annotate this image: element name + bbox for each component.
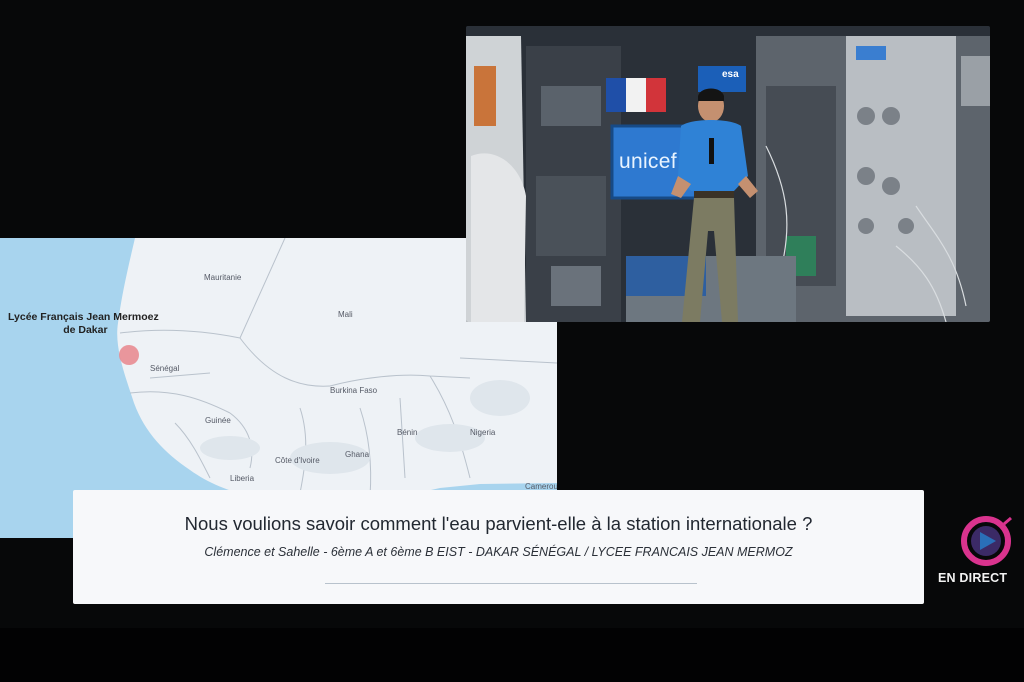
caption-divider: [325, 583, 697, 584]
tv-bezel: [0, 628, 1024, 682]
iss-video-feed: unicef esa: [466, 26, 990, 322]
map-label-benin: Bénin: [397, 428, 418, 437]
school-location-marker: [119, 345, 139, 365]
map-label-burkina-faso: Burkina Faso: [330, 386, 378, 395]
map-label-mali: Mali: [338, 310, 353, 319]
caption-question: Nous voulions savoir comment l'eau parvi…: [184, 513, 813, 534]
live-logo-icon: [961, 516, 1012, 566]
map-label-senegal: Sénégal: [150, 364, 180, 373]
map-label-liberia: Liberia: [230, 474, 255, 483]
map-label-cote-divoire: Côte d'Ivoire: [275, 456, 320, 465]
map-label-nigeria: Nigeria: [470, 428, 496, 437]
caption-credit: Clémence et Sahelle - 6ème A et 6ème B E…: [204, 545, 793, 559]
map-label-ghana: Ghana: [345, 450, 370, 459]
esa-patch-text: esa: [722, 69, 739, 80]
map-label-mauritanie: Mauritanie: [204, 273, 242, 282]
caption-box: Nous voulions savoir comment l'eau parvi…: [73, 490, 924, 604]
unicef-screen-text: unicef: [619, 150, 677, 173]
school-label: Lycée Français Jean Mermoez de Dakar: [8, 311, 159, 337]
map-label-guinee: Guinée: [205, 416, 231, 425]
school-city: de Dakar: [63, 324, 108, 336]
live-label: EN DIRECT: [938, 571, 1008, 585]
school-name: Lycée Français Jean Mermoez: [8, 311, 159, 323]
